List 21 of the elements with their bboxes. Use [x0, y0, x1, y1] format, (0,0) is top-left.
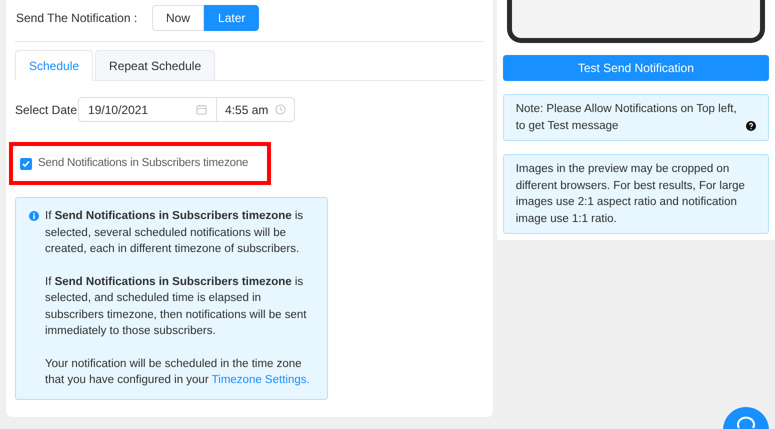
tab[interactable]: Schedule [15, 50, 94, 81]
clock-icon [275, 104, 286, 115]
info-text: If Send Notifications in Subscribers timezone is selected, and scheduled time is elapsed in subscribers timezone, then notifications will be sent immediately to those subscribers. [45, 274, 308, 339]
checkbox[interactable] [20, 158, 32, 170]
send-mode-option[interactable]: Later [204, 5, 260, 31]
date-field[interactable]: 19/10/2021 [78, 97, 218, 122]
info-icon [29, 211, 39, 221]
send-label: Send The Notification : [15, 10, 138, 27]
note-text: Images in the preview may be cropped on different browsers. For best results, For large images use 2:1 aspect ratio and notification image use 1:1 ratio. [516, 162, 746, 226]
send-mode-option[interactable]: Now [152, 5, 204, 31]
select-date-label: Select Date [15, 102, 78, 118]
time-field[interactable]: 4:55 am [217, 97, 296, 122]
test-send-button[interactable]: Test Send Notification [502, 55, 769, 81]
note-text: Note: Please Allow Notifications on Top left, to get Test message [516, 102, 738, 134]
info-text: If Send Notifications in Subscribers timezone is selected, several scheduled notifications will be created, each in different timezone of subscribers. [45, 209, 304, 257]
help-icon [746, 121, 756, 131]
info-text: Your notification will be scheduled in the time zone that you have configured in your Timezone Settings. [45, 356, 311, 388]
calendar-icon [196, 104, 208, 115]
timezone-checkbox[interactable]: Send Notifications in Subscribers timezone [20, 154, 248, 172]
check-icon [22, 160, 30, 168]
tab[interactable]: Repeat Schedule [95, 50, 216, 81]
